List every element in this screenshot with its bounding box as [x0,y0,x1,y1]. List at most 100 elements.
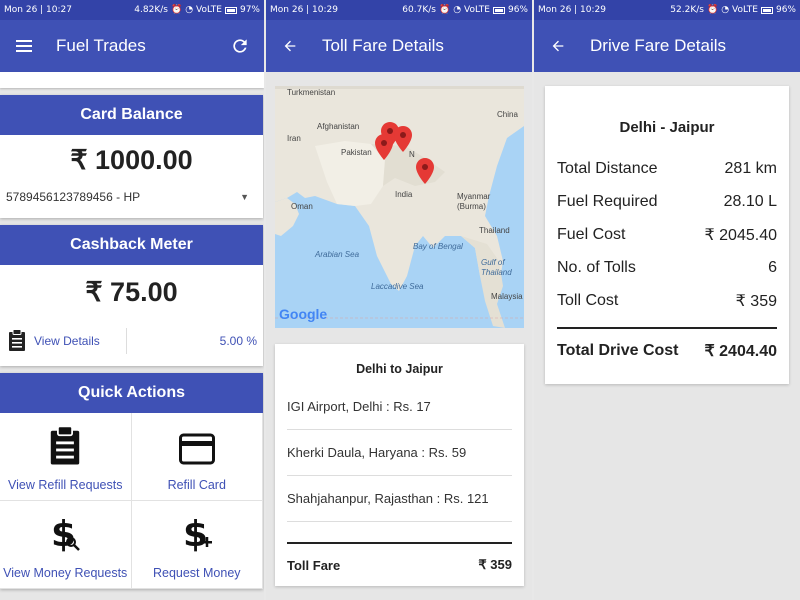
divider [125,328,127,354]
status-speed: 52.2K/s [670,5,704,15]
detail-label: Fuel Cost [557,225,626,243]
app-bar: Fuel Trades [0,20,264,72]
alarm-icon: ⏰ [438,5,451,15]
total-value: ₹ 2404.40 [704,343,777,360]
selected-card: 5789456123789456 - HP [6,190,141,204]
app-bar: Toll Fare Details [266,20,532,72]
wifi-icon: ◔ [721,5,730,15]
dollar-search-icon: $ [51,514,81,554]
page-title: Fuel Trades [56,36,146,55]
card-balance-amount: ₹ 1000.00 [70,145,193,175]
detail-row: No. of Tolls 6 [557,251,777,284]
detail-row: Fuel Required 28.10 L [557,185,777,218]
map-marker-icon[interactable] [416,158,434,184]
cashback-percent: 5.00 % [219,334,257,348]
status-bar: Mon 26 | 10:29 60.7K/s ⏰ ◔ VoLTE 96% [266,0,532,20]
drive-route-title: Delhi - Jaipur [619,119,715,136]
detail-value: 28.10 L [723,192,777,210]
drive-fare-card: Delhi - Jaipur Total Distance 281 km Fue… [545,86,789,384]
app-bar: Drive Fare Details [534,20,800,72]
detail-label: Total Distance [557,159,658,177]
status-network: VoLTE [196,5,222,15]
card-balance-header: Card Balance [0,95,263,135]
map-label: Iran [287,134,301,143]
cashback-header: Cashback Meter [0,225,263,265]
toll-item: Kherki Daula, Haryana : Rs. 59 [287,430,512,476]
toll-fare-card: Delhi to Jaipur IGI Airport, Delhi : Rs.… [275,344,524,586]
svg-text:$: $ [51,514,76,554]
battery-icon [492,6,505,14]
wifi-icon: ◔ [185,5,194,15]
map-marker-icon[interactable] [394,126,412,152]
toll-item: IGI Airport, Delhi : Rs. 17 [287,384,512,430]
request-money-button[interactable]: $ Request Money [131,501,263,589]
back-arrow-icon[interactable] [546,34,570,58]
credit-card-icon [178,433,215,465]
top-strip [0,72,264,88]
toll-fare-value: ₹ 359 [478,557,512,572]
wifi-icon: ◔ [453,5,462,15]
cashback-row: View Details 5.00 % [0,320,263,366]
map-marker-icon[interactable] [375,134,393,160]
back-arrow-icon[interactable] [278,34,302,58]
map-label: Afghanistan [317,122,360,131]
qa-label: View Refill Requests [8,478,123,492]
detail-value: ₹ 2045.40 [704,226,777,244]
status-battery: 96% [775,5,796,15]
map-label: Myanmar (Burma) [457,192,491,211]
status-speed: 60.7K/s [402,5,436,15]
alarm-icon: ⏰ [706,5,719,15]
map-sea-label: Laccadive Sea [371,282,424,291]
page-title: Drive Fare Details [590,36,727,55]
alarm-icon: ⏰ [170,5,183,15]
page-title: Toll Fare Details [322,36,444,55]
map-label: Malaysia [491,292,523,301]
refresh-icon[interactable] [228,34,252,58]
clipboard-list-icon [51,425,80,465]
map-label: Pakistan [341,148,372,157]
battery-icon [224,6,237,14]
detail-value: 281 km [724,159,777,177]
svg-text:$: $ [183,514,208,554]
detail-row: Toll Cost ₹ 359 [557,284,777,317]
view-details-link[interactable]: View Details [34,334,100,348]
status-time: Mon 26 | 10:27 [4,5,72,15]
map-label: China [497,110,518,119]
menu-icon[interactable] [12,34,36,58]
card-balance-card: Card Balance ₹ 1000.00 5789456123789456 … [0,95,263,218]
map-label: Thailand [479,226,510,235]
map-label: Oman [291,202,313,211]
map-label: India [395,190,413,199]
status-battery: 97% [239,5,260,15]
detail-value: ₹ 359 [735,292,777,310]
status-bar: Mon 26 | 10:27 4.82K/s ⏰ ◔ VoLTE 97% [0,0,264,20]
clipboard-icon [8,328,26,354]
view-money-requests-button[interactable]: $ View Money Requests [0,501,132,589]
quick-actions-header: Quick Actions [0,373,263,413]
detail-label: No. of Tolls [557,258,636,276]
toll-fare-total: Toll Fare ₹ 359 [287,542,512,586]
dollar-plus-icon: $ [183,514,212,554]
detail-row: Total Distance 281 km [557,152,777,185]
qa-label: Request Money [152,566,241,580]
status-time: Mon 26 | 10:29 [270,5,338,15]
google-logo: Google [279,306,328,322]
detail-row: Fuel Cost ₹ 2045.40 [557,218,777,251]
toll-item: Shahjahanpur, Rajasthan : Rs. 121 [287,476,512,522]
cashback-meter-card: Cashback Meter ₹ 75.00 View Details 5.00… [0,225,263,366]
refill-card-button[interactable]: Refill Card [131,413,263,501]
map-label: Turkmenistan [287,88,336,97]
detail-value: 6 [768,258,777,276]
quick-actions-grid: View Refill Requests Refill Card $ View … [0,413,263,589]
status-network: VoLTE [732,5,758,15]
view-refill-requests-button[interactable]: View Refill Requests [0,413,132,501]
map-sea-label: Arabian Sea [315,250,360,259]
map-sea-label: Gulf of Thailand [481,258,512,277]
card-select-dropdown[interactable]: 5789456123789456 - HP ▼ [0,184,263,218]
route-map[interactable]: Turkmenistan Afghanistan Pakistan Iran O… [275,86,524,328]
detail-label: Toll Cost [557,291,619,309]
status-speed: 4.82K/s [134,5,168,15]
toll-fare-screen: Mon 26 | 10:29 60.7K/s ⏰ ◔ VoLTE 96% Tol… [266,0,532,600]
fuel-trades-screen: Mon 26 | 10:27 4.82K/s ⏰ ◔ VoLTE 97% Fue… [0,0,264,600]
toll-fare-label: Toll Fare [287,557,341,573]
